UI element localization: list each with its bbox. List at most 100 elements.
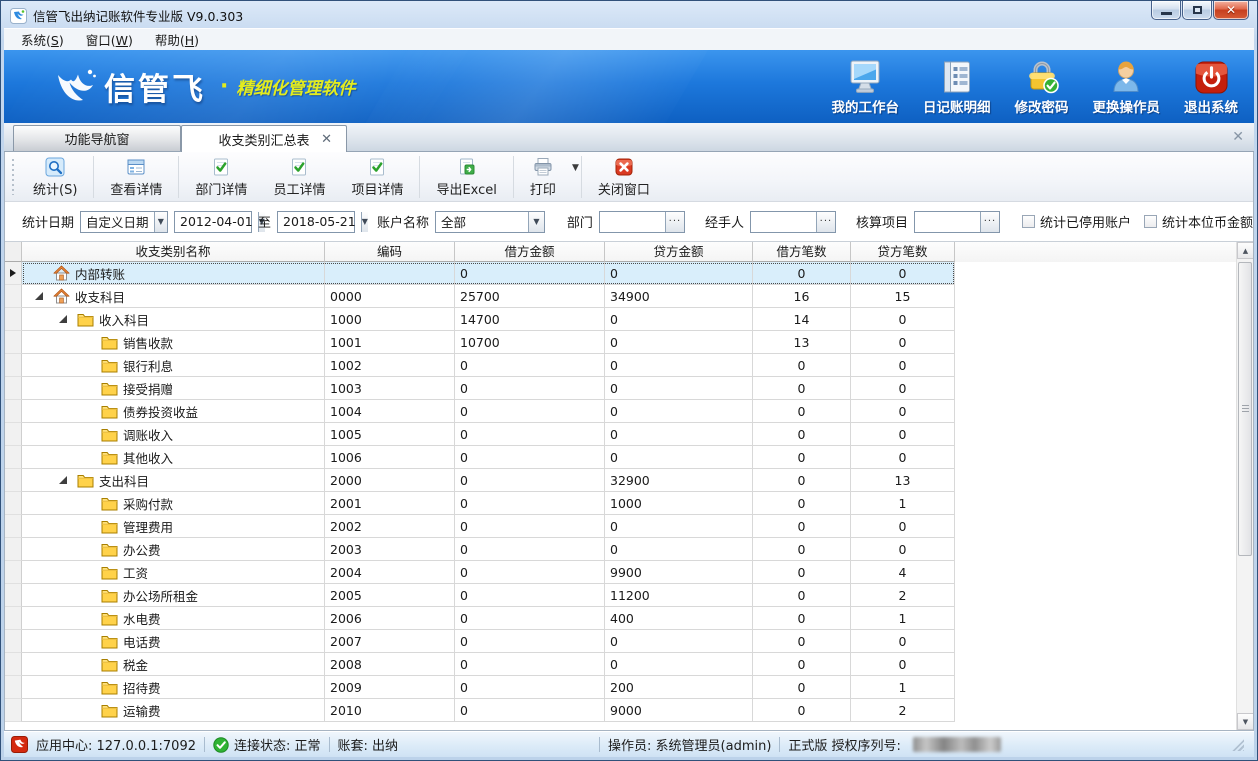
table-row[interactable]: 运输费20100900002 (5, 699, 1236, 722)
category-name-cell[interactable]: 银行利息 (22, 354, 325, 377)
category-name-cell[interactable]: 税金 (22, 653, 325, 676)
table-row[interactable]: 内部转账0000 (5, 262, 1236, 285)
tree-indent (22, 618, 78, 619)
column-header-借方金额[interactable]: 借方金额 (455, 242, 605, 262)
handler-input[interactable] (751, 212, 816, 232)
toolbar-button-项目详情[interactable]: 项目详情 (338, 154, 416, 200)
chevron-down-icon[interactable]: ▼ (528, 212, 544, 232)
table-row[interactable]: 接受捐赠10030000 (5, 377, 1236, 400)
project-input[interactable] (915, 212, 980, 232)
toolbar-button-关闭窗口[interactable]: 关闭窗口 (585, 154, 663, 200)
category-name-cell[interactable]: 接受捐赠 (22, 377, 325, 400)
category-name-cell[interactable]: 采购付款 (22, 492, 325, 515)
toolbar-grip[interactable] (11, 159, 15, 195)
department-input[interactable] (600, 212, 665, 232)
table-row[interactable]: 收入科目1000147000140 (5, 308, 1236, 331)
category-name-cell[interactable]: 内部转账 (22, 262, 325, 285)
app-logo-icon (10, 8, 27, 24)
vertical-scrollbar[interactable]: ▲ ▼ (1236, 242, 1253, 730)
ellipsis-lookup-icon[interactable]: ··· (980, 212, 999, 232)
toolbar-button-部门详情[interactable]: 部门详情 (182, 154, 260, 200)
maximize-button[interactable] (1182, 1, 1212, 20)
toolbar-button-导出Excel[interactable]: 导出Excel (423, 154, 509, 200)
toolbar-button-查看详情[interactable]: 查看详情 (97, 154, 175, 200)
chevron-down-icon[interactable]: ▼ (572, 163, 579, 173)
column-header-贷方金额[interactable]: 贷方金额 (605, 242, 753, 262)
table-row[interactable]: 销售收款1001107000130 (5, 331, 1236, 354)
minimize-button[interactable] (1151, 1, 1181, 20)
scroll-down-icon[interactable]: ▼ (1237, 713, 1253, 730)
table-row[interactable]: 工资20040990004 (5, 561, 1236, 584)
scrollbar-thumb[interactable] (1238, 262, 1252, 556)
table-row[interactable]: 采购付款20010100001 (5, 492, 1236, 515)
date-mode-select[interactable]: 自定义日期 ▼ (80, 211, 168, 233)
account-select[interactable]: 全部 ▼ (435, 211, 545, 233)
debit-amount-cell: 0 (455, 400, 605, 423)
category-name-cell[interactable]: 办公费 (22, 538, 325, 561)
table-row[interactable]: 电话费20070000 (5, 630, 1236, 653)
banner-action-更换操作员[interactable]: 更换操作员 (1093, 57, 1161, 116)
category-name-cell[interactable]: 收支科目 (22, 285, 325, 308)
table-row[interactable]: 债券投资收益10040000 (5, 400, 1236, 423)
category-name-cell[interactable]: 电话费 (22, 630, 325, 653)
category-name-cell[interactable]: 运输费 (22, 699, 325, 722)
menu-item[interactable]: 系统(S) (10, 27, 75, 52)
chevron-down-icon[interactable]: ▼ (361, 212, 368, 232)
table-row[interactable]: 其他收入10060000 (5, 446, 1236, 469)
tabstrip-close-icon[interactable]: ✕ (1232, 130, 1244, 144)
menu-item[interactable]: 窗口(W) (75, 27, 144, 52)
resize-grip-icon[interactable] (1232, 739, 1244, 751)
table-row[interactable]: 办公场所租金200501120002 (5, 584, 1236, 607)
table-row[interactable]: 银行利息10020000 (5, 354, 1236, 377)
date-from-select[interactable]: 2012-04-01 ▼ (174, 211, 252, 233)
menu-item[interactable]: 帮助(H) (144, 27, 210, 52)
tab-income-expense-summary[interactable]: 收支类别汇总表 ✕ (181, 125, 347, 152)
category-name-cell[interactable]: 办公场所租金 (22, 584, 325, 607)
base-currency-checkbox[interactable] (1144, 215, 1157, 228)
tab-function-navigator[interactable]: 功能导航窗 (13, 125, 181, 151)
category-name-cell[interactable]: 收入科目 (22, 308, 325, 331)
scroll-up-icon[interactable]: ▲ (1237, 242, 1253, 259)
category-name-cell[interactable]: 其他收入 (22, 446, 325, 469)
tree-expanded-icon[interactable] (30, 292, 47, 300)
table-row[interactable]: 水电费2006040001 (5, 607, 1236, 630)
toolbar-button-统计(S)[interactable]: 统计(S) (20, 154, 90, 200)
column-header-借方笔数[interactable]: 借方笔数 (753, 242, 851, 262)
tree-expanded-icon[interactable] (54, 315, 71, 323)
banner-action-修改密码[interactable]: 修改密码 (1015, 57, 1069, 116)
column-header-贷方笔数[interactable]: 贷方笔数 (851, 242, 955, 262)
chevron-down-icon[interactable]: ▼ (154, 212, 167, 232)
toolbar-button-打印[interactable]: 打印▼ (517, 154, 578, 200)
include-disabled-accounts-checkbox[interactable] (1022, 215, 1035, 228)
category-name-cell[interactable]: 销售收款 (22, 331, 325, 354)
ellipsis-lookup-icon[interactable]: ··· (816, 212, 835, 232)
table-row[interactable]: 税金20080000 (5, 653, 1236, 676)
category-name-cell[interactable]: 水电费 (22, 607, 325, 630)
tree-indent (22, 480, 54, 481)
table-row[interactable]: 招待费2009020001 (5, 676, 1236, 699)
banner-action-我的工作台[interactable]: 我的工作台 (832, 57, 900, 116)
date-to-select[interactable]: 2018-05-21 ▼ (277, 211, 355, 233)
table-row[interactable]: 支出科目2000032900013 (5, 469, 1236, 492)
brand: 信管飞 · 精细化管理软件 (50, 64, 355, 109)
table-row[interactable]: 办公费20030000 (5, 538, 1236, 561)
tab-close-icon[interactable]: ✕ (321, 133, 332, 146)
category-name-cell[interactable]: 支出科目 (22, 469, 325, 492)
table-row[interactable]: 管理费用20020000 (5, 515, 1236, 538)
column-header-收支类别名称[interactable]: 收支类别名称 (22, 242, 325, 262)
table-row[interactable]: 调账收入10050000 (5, 423, 1236, 446)
toolbar-button-员工详情[interactable]: 员工详情 (260, 154, 338, 200)
category-name-cell[interactable]: 管理费用 (22, 515, 325, 538)
category-name-cell[interactable]: 调账收入 (22, 423, 325, 446)
category-name-cell[interactable]: 债券投资收益 (22, 400, 325, 423)
table-row[interactable]: 收支科目000025700349001615 (5, 285, 1236, 308)
ellipsis-lookup-icon[interactable]: ··· (665, 212, 684, 232)
banner-action-日记账明细[interactable]: 日记账明细 (923, 57, 991, 116)
category-name-cell[interactable]: 招待费 (22, 676, 325, 699)
close-button[interactable]: ✕ (1213, 1, 1249, 20)
tree-expanded-icon[interactable] (54, 476, 71, 484)
category-name-cell[interactable]: 工资 (22, 561, 325, 584)
column-header-编码[interactable]: 编码 (325, 242, 455, 262)
banner-actions: 我的工作台日记账明细修改密码更换操作员退出系统 (832, 57, 1239, 116)
banner-action-退出系统[interactable]: 退出系统 (1184, 57, 1238, 116)
